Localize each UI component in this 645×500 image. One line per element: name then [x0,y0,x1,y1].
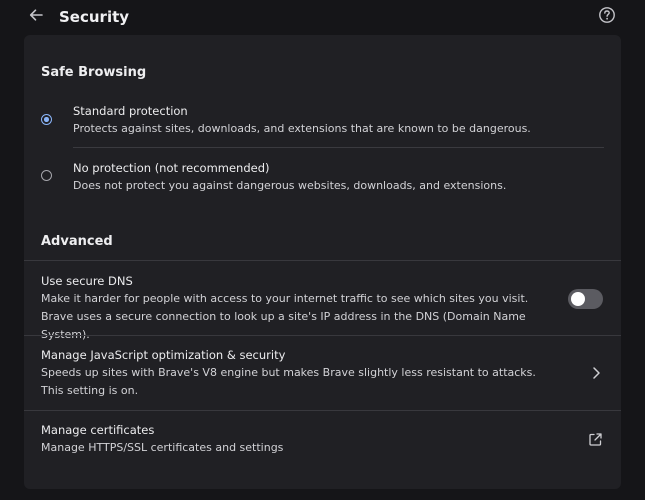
arrow-left-icon [28,7,44,27]
toggle-knob [571,292,585,306]
no-protection-title: No protection (not recommended) [73,161,270,175]
secure-dns-title: Use secure DNS [41,274,133,288]
external-link-icon[interactable] [587,431,603,447]
javascript-optimization-description: Speeds up sites with Brave's V8 engine b… [41,366,536,397]
standard-protection-radio[interactable] [41,114,52,125]
manage-certificates-description: Manage HTTPS/SSL certificates and settin… [41,441,284,454]
settings-card: Safe Browsing Standard protection Protec… [24,35,621,489]
standard-protection-description: Protects against sites, downloads, and e… [73,122,531,135]
javascript-optimization-row[interactable]: Manage JavaScript optimization & securit… [24,336,621,410]
manage-certificates-row[interactable]: Manage certificates Manage HTTPS/SSL cer… [24,411,621,469]
no-protection-description: Does not protect you against dangerous w… [73,179,507,192]
javascript-optimization-title: Manage JavaScript optimization & securit… [41,348,286,362]
help-button[interactable] [597,7,617,27]
manage-certificates-title: Manage certificates [41,423,155,437]
safe-browsing-heading: Safe Browsing [41,65,147,80]
secure-dns-row: Use secure DNS Make it harder for people… [24,261,621,341]
page-header: Security [0,0,645,35]
advanced-heading: Advanced [41,234,113,249]
no-protection-radio[interactable] [41,170,52,181]
no-protection-option[interactable]: No protection (not recommended) Does not… [24,158,621,204]
option-divider [73,147,604,148]
back-button[interactable] [25,6,47,28]
standard-protection-title: Standard protection [73,104,188,118]
chevron-right-icon[interactable] [589,365,603,381]
page-title: Security [59,8,130,26]
help-circle-icon [598,6,616,28]
standard-protection-option[interactable]: Standard protection Protects against sit… [24,101,621,147]
secure-dns-toggle[interactable] [568,289,603,309]
